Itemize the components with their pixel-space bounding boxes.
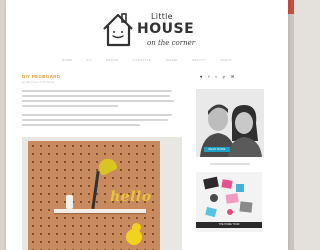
logo-text-house: HOUSE <box>137 21 195 37</box>
shelf <box>54 209 146 213</box>
site-logo[interactable]: Little HOUSE on the corner <box>100 9 210 51</box>
text-line <box>22 100 174 102</box>
nav-item-diy[interactable]: DIY <box>86 58 92 62</box>
nav-item-decor[interactable]: DECOR <box>106 58 118 62</box>
sidebar-widget-title <box>200 163 260 165</box>
about-read-more-button[interactable]: READ MORE <box>204 147 230 152</box>
nav-item-travel[interactable]: TRAVEL <box>165 58 178 62</box>
post-image-pegboard[interactable]: hello <box>22 137 182 250</box>
email-icon[interactable]: ✉ <box>231 74 234 79</box>
twitter-icon[interactable]: t <box>216 74 217 79</box>
house-icon <box>103 13 133 47</box>
background-right-strip <box>288 0 294 250</box>
text-line <box>22 114 172 116</box>
facebook-icon[interactable]: f <box>208 74 209 79</box>
text-line <box>22 124 140 126</box>
text-line <box>22 95 170 97</box>
vase <box>66 195 73 209</box>
social-links: ♥ f t p ✉ <box>200 74 256 79</box>
background-red-corner <box>288 0 294 14</box>
instagram-icon[interactable]: ♥ <box>200 74 202 79</box>
logo-text-tagline: on the corner <box>147 39 196 47</box>
nav-item-beauty[interactable]: BEAUTY <box>192 58 206 62</box>
nav-item-lifestyle[interactable]: LIFESTYLE <box>133 58 152 62</box>
main-nav: HOME DIY DECOR LIFESTYLE TRAVEL BEAUTY A… <box>62 57 232 63</box>
text-line <box>22 90 172 92</box>
yellow-toy <box>126 229 142 245</box>
pinterest-icon[interactable]: p <box>223 74 225 79</box>
blog-page: Little HOUSE on the corner HOME DIY DECO… <box>6 0 288 250</box>
logo-text-little: Little <box>151 12 173 21</box>
post-title[interactable]: DIY PEGBOARD <box>22 74 60 79</box>
nav-item-home[interactable]: HOME <box>62 58 72 62</box>
text-line <box>22 119 168 121</box>
post-body-text <box>22 90 177 129</box>
nav-item-about[interactable]: ABOUT <box>220 58 232 62</box>
promo-caption[interactable]: THE HOME TOUR <box>196 222 262 228</box>
text-line <box>210 163 250 165</box>
text-line <box>22 105 118 107</box>
hello-sign: hello <box>110 189 152 205</box>
post-meta: by Little House on the Corner <box>22 81 55 84</box>
